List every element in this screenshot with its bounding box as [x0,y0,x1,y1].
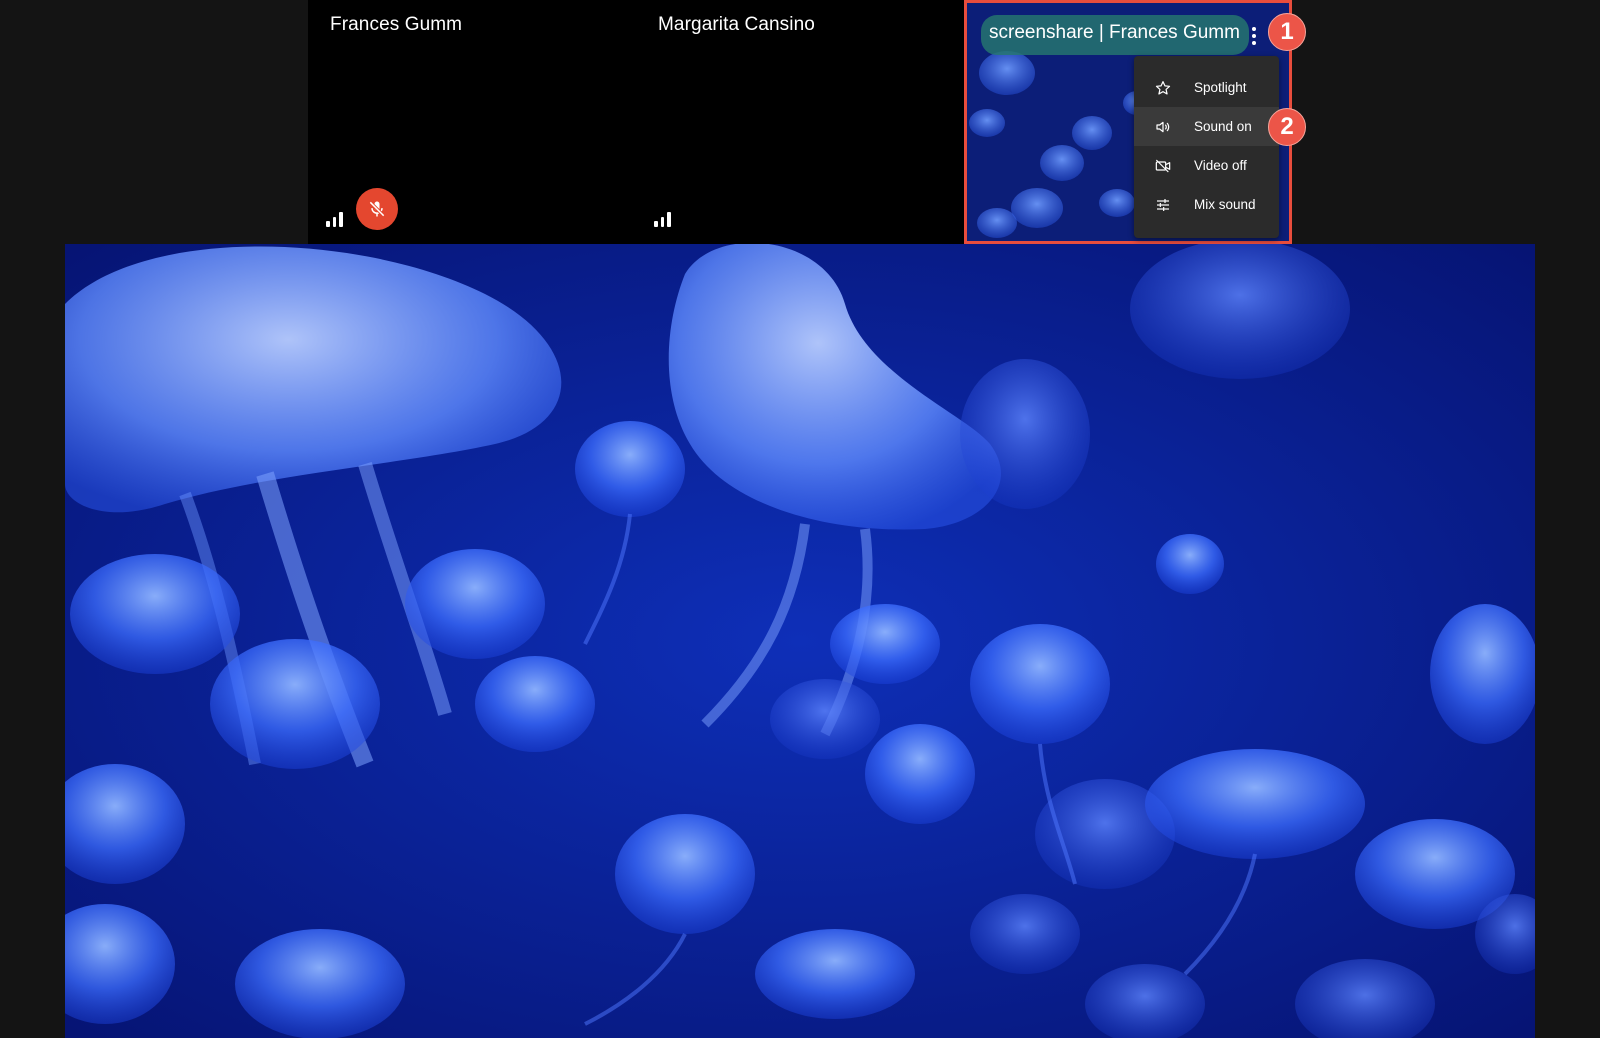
menu-item-spotlight[interactable]: Spotlight [1134,68,1279,107]
menu-item-label: Sound on [1194,119,1252,134]
menu-item-label: Video off [1194,158,1247,173]
video-off-icon [1153,156,1173,176]
screenshare-title: screenshare | Frances Gumm [981,15,1249,55]
menu-item-mix-sound[interactable]: Mix sound [1134,185,1279,224]
speaker-icon [1153,117,1173,137]
participant-name: Margarita Cansino [658,14,815,35]
participant-name: Frances Gumm [330,14,463,35]
annotation-badge-1: 1 [1268,13,1306,51]
annotation-badge-2: 2 [1268,108,1306,146]
mic-muted-icon [356,188,398,230]
participant-tile-frances[interactable]: Frances Gumm [308,0,636,244]
meeting-stage: Frances Gumm Margarita Cansino screensha… [0,0,1600,1038]
menu-item-label: Spotlight [1194,80,1247,95]
tile-options-menu: Spotlight Sound on Video off Mix sound [1134,56,1279,238]
signal-strength-icon [654,212,671,227]
more-options-icon[interactable] [1245,23,1263,49]
main-screenshare-video[interactable] [65,244,1535,1038]
menu-item-label: Mix sound [1194,197,1256,212]
star-icon [1153,78,1173,98]
signal-strength-icon [326,212,343,227]
menu-item-video-off[interactable]: Video off [1134,146,1279,185]
menu-item-sound-on[interactable]: Sound on [1134,107,1279,146]
participant-tile-margarita[interactable]: Margarita Cansino [636,0,964,244]
jellyfish-image [65,244,1535,1038]
sliders-icon [1153,195,1173,215]
